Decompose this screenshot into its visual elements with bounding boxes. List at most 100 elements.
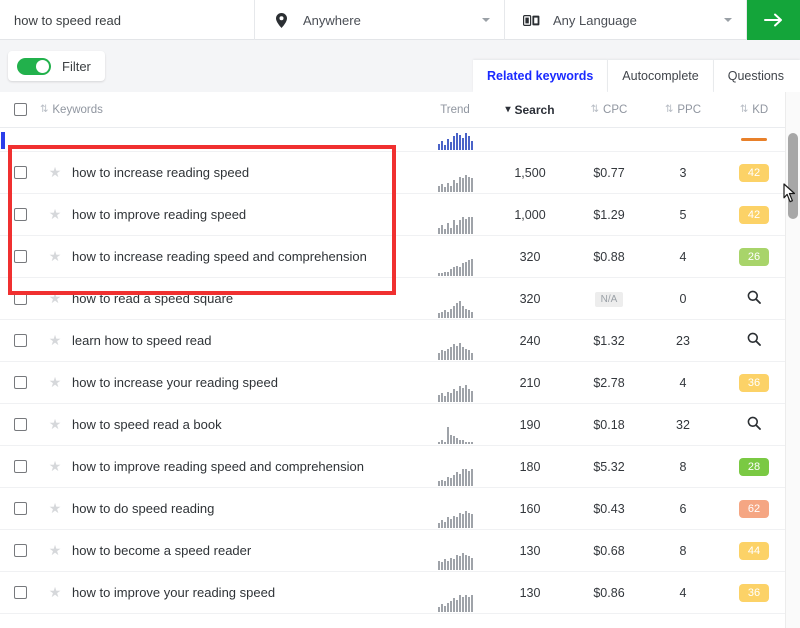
table-row[interactable]: ★ how to improve reading speed 1,000 $1.29 5… (0, 194, 800, 236)
location-selector[interactable]: Anywhere (255, 0, 505, 40)
search-bar: how to speed read Anywhere Any Language (0, 0, 800, 40)
kd-orange-marker (741, 138, 767, 141)
favorite-star-icon[interactable]: ★ (40, 248, 70, 265)
favorite-star-icon[interactable]: ★ (40, 416, 70, 433)
tab-autocomplete[interactable]: Autocomplete (608, 60, 714, 92)
row-checkbox[interactable] (0, 376, 40, 389)
favorite-star-icon[interactable]: ★ (40, 458, 70, 475)
filter-label: Filter (62, 58, 91, 74)
ppc-cell: 8 (679, 459, 687, 474)
kd-score-badge: 36 (739, 373, 769, 392)
keyword-cell: how to increase your reading speed (72, 375, 278, 390)
checkbox-icon (13, 418, 27, 431)
column-header-kd-label: KD (752, 103, 769, 116)
tab-autocomplete-label: Autocomplete (622, 69, 699, 83)
table-row[interactable]: ★ how to improve your reading speed 130 $0.… (0, 572, 800, 614)
table-row[interactable]: ★ how to do speed reading 160 $0.43 6 62 (0, 488, 800, 530)
filter-toggle-button[interactable]: Filter (8, 51, 105, 81)
favorite-star-icon[interactable]: ★ (40, 500, 70, 517)
cpc-cell: N/A (570, 291, 648, 307)
column-header-cpc-label: CPC (603, 103, 628, 116)
row-checkbox[interactable] (0, 460, 40, 473)
search-volume-cell: 1,000 (514, 207, 546, 222)
favorite-star-icon[interactable]: ★ (40, 542, 70, 559)
kd-score-badge: 28 (739, 457, 769, 476)
column-header-trend: Trend (420, 104, 490, 116)
favorite-star-icon[interactable]: ★ (40, 332, 70, 349)
column-header-keywords[interactable]: ⇅ Keywords (40, 104, 420, 116)
keyword-cell: how to become a speed reader (72, 543, 252, 558)
search-volume-cell: 1,500 (514, 165, 546, 180)
row-checkbox[interactable] (0, 586, 40, 599)
row-checkbox[interactable] (0, 208, 40, 221)
kd-check-search-icon[interactable] (747, 332, 761, 349)
trend-sparkline (420, 530, 490, 572)
search-volume-cell: 190 (519, 417, 541, 432)
row-checkbox[interactable] (0, 292, 40, 305)
tab-questions[interactable]: Questions (713, 60, 800, 92)
sort-icon: ⇅ (590, 104, 600, 115)
favorite-star-icon[interactable]: ★ (40, 374, 70, 391)
trend-sparkline (420, 362, 490, 404)
table-row-partial[interactable] (0, 128, 800, 152)
chevron-down-icon[interactable] (482, 18, 490, 22)
row-checkbox[interactable] (0, 334, 40, 347)
column-header-cpc[interactable]: ⇅ CPC (570, 104, 648, 116)
favorite-star-icon[interactable]: ★ (40, 164, 70, 181)
column-header-search[interactable]: ▾ Search (490, 103, 570, 117)
favorite-star-icon[interactable]: ★ (40, 290, 70, 307)
table-row[interactable]: ★ how to increase reading speed 1,500 $0.77… (0, 152, 800, 194)
trend-sparkline-bars (437, 552, 473, 570)
kd-cell: 36 (718, 373, 790, 392)
trend-sparkline-bars (437, 510, 473, 528)
table-row[interactable]: ★ how to read a speed square 320 N/A 0 (0, 278, 800, 320)
table-row[interactable]: ★ how to increase reading speed and compr… (0, 236, 800, 278)
table-row[interactable]: ★ how to become a speed reader 130 $0.68 8 44 (0, 530, 800, 572)
row-checkbox[interactable] (0, 250, 40, 263)
column-header-trend-label: Trend (440, 103, 470, 116)
keyword-search-value: how to speed read (14, 12, 121, 28)
search-volume-cell: 320 (519, 249, 541, 264)
table-row[interactable]: ★ how to improve reading speed and compre… (0, 446, 800, 488)
cpc-cell: $0.86 (593, 585, 625, 600)
kd-check-search-icon[interactable] (747, 416, 761, 433)
ppc-cell: 0 (679, 291, 687, 306)
ppc-cell: 4 (679, 249, 687, 264)
checkbox-icon (13, 250, 27, 263)
checkbox-icon (13, 376, 27, 389)
search-volume-cell: 130 (519, 585, 541, 600)
table-row[interactable]: ★ learn how to speed read 240 $1.32 23 (0, 320, 800, 362)
trend-sparkline (420, 488, 490, 530)
kd-score-badge: 36 (739, 583, 769, 602)
column-header-kd[interactable]: ⇅ KD (718, 104, 790, 116)
chevron-down-icon[interactable] (724, 18, 732, 22)
favorite-star-icon[interactable]: ★ (40, 206, 70, 223)
kd-cell: 36 (718, 583, 790, 602)
search-submit-button[interactable] (747, 0, 800, 40)
row-checkbox[interactable] (0, 544, 40, 557)
table-body: ★ how to increase reading speed 1,500 $0.77… (0, 152, 800, 614)
favorite-star-icon[interactable]: ★ (40, 584, 70, 601)
checkbox-icon (13, 103, 27, 116)
language-label: Any Language (553, 12, 637, 28)
checkbox-icon (13, 166, 27, 179)
kd-cell (718, 416, 790, 433)
trend-sparkline (420, 572, 490, 614)
ppc-cell: 32 (676, 417, 690, 432)
table-row[interactable]: ★ how to speed read a book 190 $0.18 32 (0, 404, 800, 446)
row-checkbox[interactable] (0, 502, 40, 515)
select-all-checkbox[interactable] (0, 103, 40, 116)
column-header-ppc[interactable]: ⇅ PPC (648, 104, 718, 116)
cpc-cell: $0.68 (593, 543, 625, 558)
kd-check-search-icon[interactable] (747, 290, 761, 307)
language-selector[interactable]: Any Language (505, 0, 747, 40)
row-checkbox[interactable] (0, 166, 40, 179)
kd-score-badge: 44 (739, 541, 769, 560)
row-checkbox[interactable] (0, 418, 40, 431)
filter-toggle-switch[interactable] (17, 57, 51, 75)
keyword-search-field[interactable]: how to speed read (0, 0, 255, 40)
table-row[interactable]: ★ how to increase your reading speed 210 $2… (0, 362, 800, 404)
cpc-cell: $2.78 (593, 375, 625, 390)
tab-related-keywords[interactable]: Related keywords (472, 60, 609, 92)
location-label: Anywhere (303, 12, 361, 28)
